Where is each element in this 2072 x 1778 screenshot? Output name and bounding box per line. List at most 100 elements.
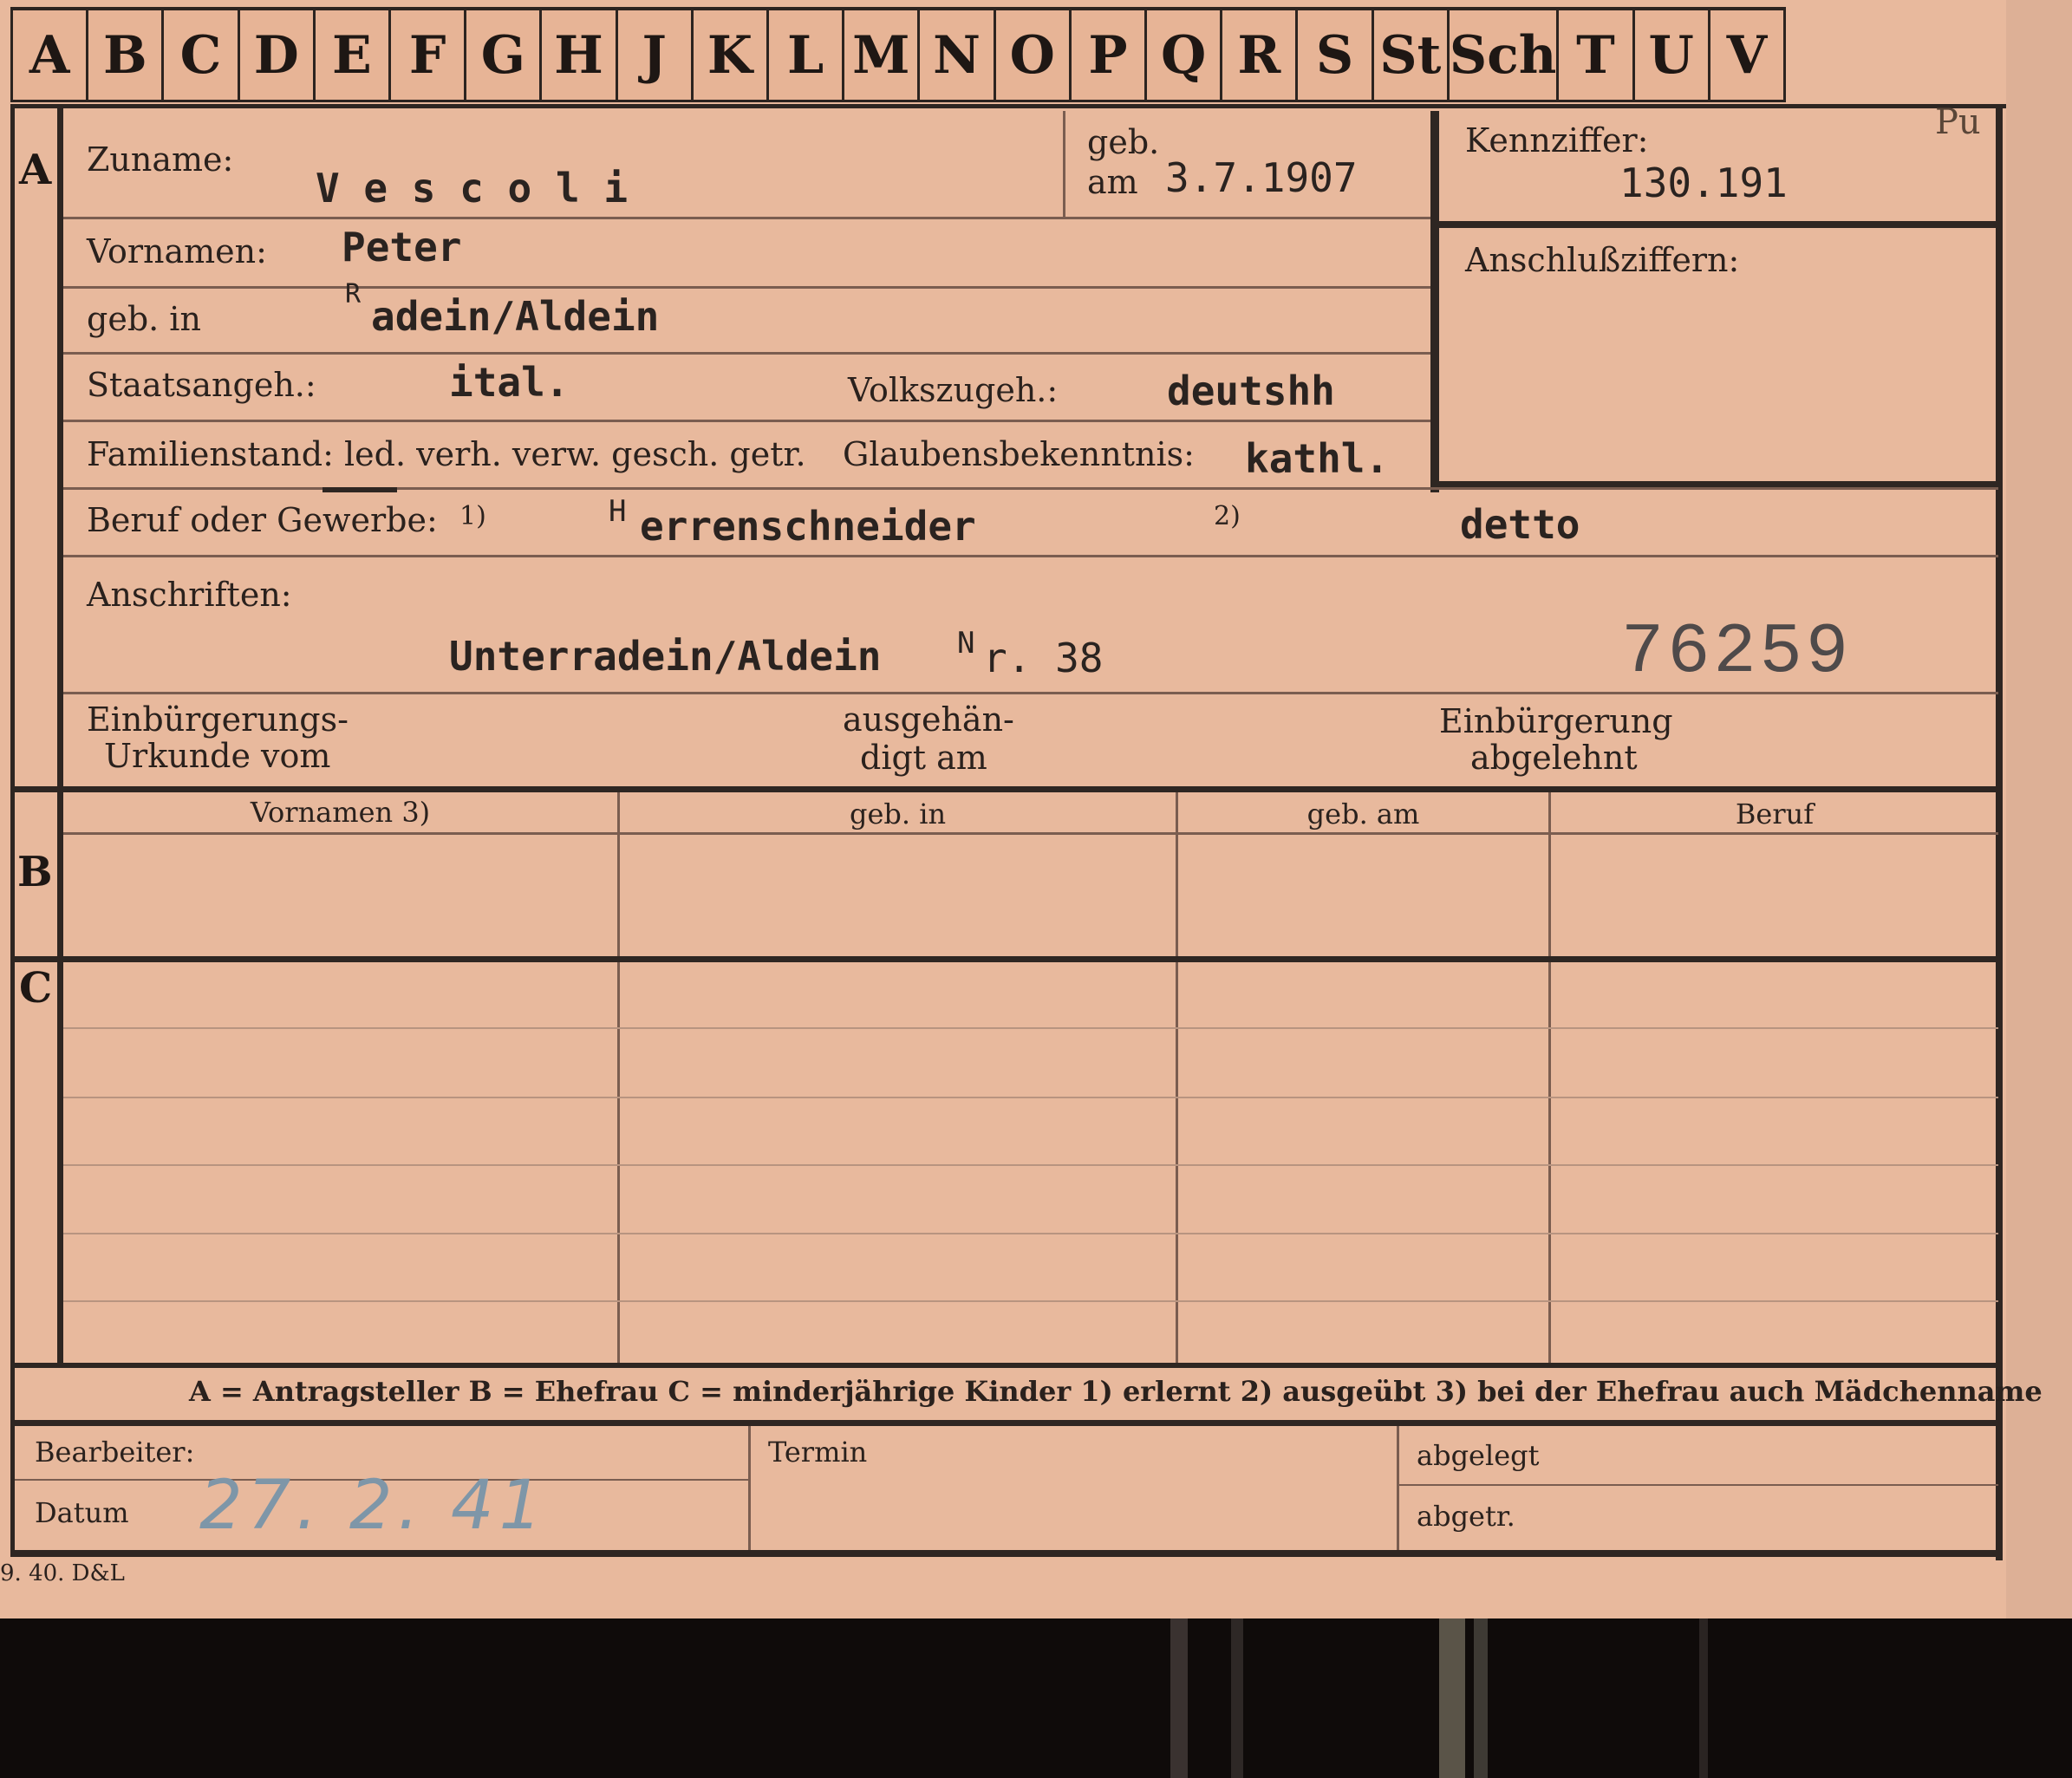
- tab-letter[interactable]: O: [993, 7, 1069, 102]
- tab-letter[interactable]: R: [1220, 7, 1296, 102]
- anschlussziffern-label: Anschlußziffern:: [1465, 241, 1740, 279]
- row-rule: [63, 1027, 1998, 1029]
- glaubensbekenntnis-label: Glaubensbekenntnis:: [843, 435, 1195, 473]
- tab-letter[interactable]: J: [615, 7, 691, 102]
- zuname-value: V e s c o l i: [316, 165, 629, 212]
- tab-letter[interactable]: T: [1556, 7, 1632, 102]
- abgelegt-label: abgelegt: [1417, 1439, 1540, 1472]
- column-header-vornamen: Vornamen 3): [250, 796, 431, 829]
- volkszugehoerigkeit-value: deutshh: [1167, 368, 1335, 414]
- anschrift-nr-value: r. 38: [983, 635, 1104, 681]
- tab-letter[interactable]: Q: [1144, 7, 1221, 102]
- legend-text: A = Antragsteller B = Ehefrau C = minder…: [189, 1375, 2043, 1408]
- einbuergerungsurkunde-label-1: Einbürgerungs-: [87, 700, 349, 739]
- tab-letter[interactable]: G: [464, 7, 540, 102]
- underline-mark: [323, 487, 397, 492]
- row-rule: [63, 1164, 1998, 1166]
- rule: [63, 217, 1430, 219]
- abgetragen-label: abgetr.: [1417, 1500, 1515, 1533]
- tab-letter[interactable]: P: [1068, 7, 1145, 102]
- frame-left: [10, 104, 15, 1553]
- kennziffer-label: Kennziffer:: [1465, 121, 1649, 160]
- column-header-beruf: Beruf: [1735, 798, 1815, 830]
- section-b-letter: B: [17, 848, 53, 896]
- rule: [63, 286, 1430, 289]
- row-rule: [63, 1233, 1998, 1234]
- tab-letter[interactable]: D: [237, 7, 313, 102]
- section-a-letter: A: [19, 146, 52, 194]
- row-rule: [63, 1097, 1998, 1098]
- ausgehaendigt-label-2: digt am: [860, 739, 987, 777]
- staatsangehoerigkeit-value: ital.: [449, 359, 570, 406]
- birthplace-prefix: R: [345, 279, 362, 309]
- anschriften-label: Anschriften:: [87, 576, 292, 614]
- staatsangehoerigkeit-label: Staatsangeh.:: [87, 366, 316, 404]
- glaubensbekenntnis-value: kathl.: [1245, 435, 1390, 482]
- row-rule: [63, 1300, 1998, 1302]
- tab-letter[interactable]: E: [312, 7, 389, 102]
- legend-top: [10, 1363, 2003, 1368]
- alphabet-tabs: A B C D E F G H J K L M N O P Q R S St S…: [10, 7, 1786, 102]
- legend-bottom: [10, 1420, 2003, 1426]
- kennziffer-box-divider: [1439, 221, 1998, 228]
- datum-label: Datum: [35, 1496, 129, 1529]
- tab-letter[interactable]: V: [1707, 7, 1786, 102]
- einbuergerung-abgelehnt-label-1: Einbürgerung: [1439, 702, 1673, 740]
- datum-value: 27. 2. 41: [199, 1467, 548, 1545]
- column-rule: [617, 792, 620, 1363]
- tab-letter[interactable]: H: [539, 7, 616, 102]
- bearbeiter-label: Bearbeiter:: [35, 1436, 195, 1469]
- vornamen-value: Peter: [342, 224, 462, 270]
- rule: [63, 420, 1430, 422]
- rule: [63, 832, 1998, 835]
- rule: [63, 352, 1430, 355]
- zuname-label: Zuname:: [87, 140, 234, 179]
- vornamen-label: Vornamen:: [87, 232, 267, 270]
- tab-letter[interactable]: S: [1295, 7, 1372, 102]
- termin-label: Termin: [768, 1436, 868, 1469]
- footnote-marker-2: 2): [1214, 501, 1241, 531]
- tab-letter[interactable]: Sch: [1446, 7, 1557, 102]
- kennziffer-box-left: [1430, 111, 1439, 492]
- tab-letter[interactable]: L: [766, 7, 843, 102]
- tab-letter[interactable]: C: [161, 7, 238, 102]
- rule: [63, 555, 1998, 557]
- section-c-letter: C: [19, 964, 53, 1013]
- am-label: am: [1087, 163, 1138, 201]
- column-header-geb-in: geb. in: [849, 798, 947, 830]
- kennziffer-value: 130.191: [1619, 160, 1788, 206]
- section-c-top: [10, 956, 2003, 962]
- ausgehaendigt-label-1: ausgehän-: [843, 700, 1014, 739]
- tab-letter[interactable]: F: [388, 7, 465, 102]
- anschrift-nr-prefix: N: [957, 626, 975, 661]
- tab-letter[interactable]: St: [1371, 7, 1447, 102]
- beruf-prefix: H: [609, 494, 627, 529]
- column-rule: [748, 1426, 751, 1550]
- column-rule: [1397, 1426, 1399, 1550]
- anschrift-value: Unterradein/Aldein: [449, 633, 882, 680]
- familienstand-label: Familienstand: led. verh. verw. gesch. g…: [87, 435, 806, 473]
- tab-letter[interactable]: N: [917, 7, 994, 102]
- column-header-geb-am: geb. am: [1306, 798, 1420, 830]
- tab-letter[interactable]: M: [842, 7, 918, 102]
- frame-top: [10, 104, 2006, 108]
- column-rule: [1548, 792, 1551, 1363]
- stamp-number: 76259: [1621, 612, 1853, 693]
- birthplace-value: adein/Aldein: [371, 293, 660, 340]
- frame-bottom: [10, 1550, 2003, 1557]
- volkszugehoerigkeit-label: Volkszugeh.:: [848, 371, 1059, 409]
- tab-letter[interactable]: A: [10, 7, 87, 102]
- geb-label: geb.: [1087, 123, 1160, 161]
- rule: [1399, 1484, 1998, 1486]
- corner-mark: Pu: [1935, 102, 1981, 142]
- einbuergerung-abgelehnt-label-2: abgelehnt: [1470, 739, 1638, 777]
- footnote-marker-1: 1): [459, 501, 486, 531]
- tab-letter[interactable]: B: [86, 7, 162, 102]
- birth-date-value: 3.7.1907: [1165, 154, 1358, 201]
- column-rule: [1176, 792, 1178, 1363]
- section-b-top: [10, 786, 2003, 792]
- printer-mark: 9. 40. D&L: [0, 1560, 125, 1586]
- rule: [1063, 111, 1065, 217]
- tab-letter[interactable]: K: [690, 7, 767, 102]
- tab-letter[interactable]: U: [1632, 7, 1708, 102]
